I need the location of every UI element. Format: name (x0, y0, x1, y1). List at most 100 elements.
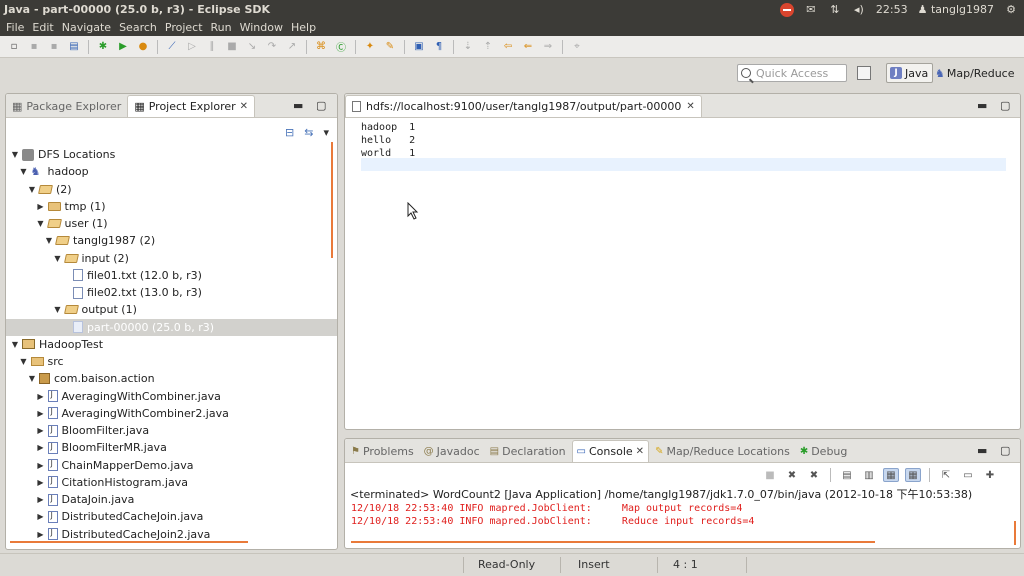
search-toolbar-icon[interactable]: ✎ (382, 40, 398, 54)
save-all-icon[interactable]: ▪ (46, 40, 62, 54)
print-icon[interactable]: ▤ (66, 40, 82, 54)
java-perspective-button[interactable]: J Java (886, 63, 934, 83)
tab-package-explorer[interactable]: ▦ Package Explorer (6, 95, 127, 117)
mail-icon[interactable]: ✉ (804, 3, 818, 16)
menu-project[interactable]: Project (161, 21, 207, 34)
view-menu-icon[interactable]: ▾ (323, 126, 329, 139)
collapse-toggle-icon[interactable]: ▶ (36, 512, 46, 521)
tree-item[interactable]: ▶ ChainMapperDemo.java (6, 457, 337, 474)
quick-access-field[interactable]: Quick Access (737, 64, 847, 82)
collapse-toggle-icon[interactable]: ▶ (36, 495, 46, 504)
expand-toggle-icon[interactable]: ▼ (19, 167, 29, 176)
next-annotation-icon[interactable]: ⇣ (460, 40, 476, 54)
tab-mapreduce-locations[interactable]: ✎ Map/Reduce Locations (651, 440, 794, 462)
run-icon[interactable]: ▶ (115, 40, 131, 54)
tab-javadoc[interactable]: @ Javadoc (420, 440, 484, 462)
tree-item[interactable]: part-00000 (25.0 b, r3) (6, 318, 337, 336)
collapse-all-icon[interactable]: ⊟ (285, 126, 294, 139)
step-return-icon[interactable]: ↗ (284, 40, 300, 54)
tree-item[interactable]: ▶ AveragingWithCombiner2.java (6, 405, 337, 422)
external-tools-icon[interactable]: ● (135, 40, 151, 54)
tab-editor-file[interactable]: hdfs://localhost:9100/user/tanglg1987/ou… (345, 95, 702, 117)
expand-toggle-icon[interactable]: ▼ (10, 150, 20, 159)
collapse-toggle-icon[interactable]: ▶ (36, 478, 46, 487)
maximize-icon[interactable]: ▢ (316, 99, 326, 112)
close-icon[interactable]: ✕ (686, 101, 694, 112)
suspend-icon[interactable]: ∥ (204, 40, 220, 54)
maximize-icon[interactable]: ▢ (1000, 444, 1010, 457)
vertical-scrollbar[interactable] (331, 142, 333, 258)
pin-editor-icon[interactable]: ⌖ (569, 40, 585, 54)
minimize-icon[interactable]: ▬ (977, 99, 987, 112)
tree-item[interactable]: ▼ ♞ hadoop (6, 163, 337, 180)
session-gear-icon[interactable]: ⚙ (1004, 3, 1018, 16)
remove-launch-icon[interactable]: ✖ (784, 468, 800, 482)
show-on-stdout-icon[interactable]: ▦ (883, 468, 899, 482)
tree-item[interactable]: ▼ user (1) (6, 215, 337, 232)
new-icon[interactable]: ▫ (6, 40, 22, 54)
tree-item[interactable]: ▼ (2) (6, 181, 337, 198)
save-icon[interactable]: ▪ (26, 40, 42, 54)
tree-item[interactable]: ▶ BloomFilter.java (6, 422, 337, 439)
volume-icon[interactable]: ◂) (852, 3, 866, 16)
resume-icon[interactable]: ▷ (184, 40, 200, 54)
tree-item[interactable]: file01.txt (12.0 b, r3) (6, 267, 337, 284)
code-line[interactable]: hello 2 (361, 134, 1006, 147)
pin-console-icon[interactable]: ⇱ (938, 468, 954, 482)
tree-item[interactable]: ▼ DFS Locations (6, 146, 337, 163)
expand-toggle-icon[interactable]: ▼ (44, 236, 54, 245)
tree-item[interactable]: ▶ BloomFilterMR.java (6, 439, 337, 456)
tree-item[interactable]: ▼ output (1) (6, 301, 337, 318)
stop-indicator-icon[interactable] (779, 2, 794, 17)
open-console-icon[interactable]: ✚ (982, 468, 998, 482)
maximize-icon[interactable]: ▢ (1000, 99, 1010, 112)
back-icon[interactable]: ⇐ (520, 40, 536, 54)
tree-item[interactable]: ▼ tanglg1987 (2) (6, 232, 337, 249)
link-with-editor-icon[interactable]: ⇆ (304, 126, 313, 139)
clock[interactable]: 22:53 (876, 3, 908, 16)
menu-run[interactable]: Run (207, 21, 236, 34)
step-into-icon[interactable]: ↘ (244, 40, 260, 54)
open-perspective-icon[interactable] (857, 66, 871, 80)
mapreduce-perspective-button[interactable]: ♞ Map/Reduce (935, 63, 1014, 83)
collapse-toggle-icon[interactable]: ▶ (36, 409, 46, 418)
tab-console[interactable]: ▭ Console ✕ (571, 440, 650, 462)
collapse-toggle-icon[interactable]: ▶ (36, 426, 46, 435)
previous-annotation-icon[interactable]: ⇡ (480, 40, 496, 54)
show-whitespace-icon[interactable]: ¶ (431, 40, 447, 54)
terminate-icon[interactable]: ■ (762, 468, 778, 482)
horizontal-scrollbar[interactable] (351, 541, 875, 543)
tree-item[interactable]: ▼ HadoopTest (6, 336, 337, 353)
menu-navigate[interactable]: Navigate (58, 21, 115, 34)
last-edit-icon[interactable]: ⇦ (500, 40, 516, 54)
user-menu[interactable]: ♟ tanglg1987 (918, 3, 994, 16)
tree-item[interactable]: ▼ com.baison.action (6, 370, 337, 387)
tree-item[interactable]: ▶ DistributedCacheJoin.java (6, 508, 337, 525)
collapse-toggle-icon[interactable]: ▶ (36, 530, 46, 539)
expand-toggle-icon[interactable]: ▼ (36, 219, 46, 228)
tree-item[interactable]: ▶ tmp (1) (6, 198, 337, 215)
collapse-toggle-icon[interactable]: ▶ (36, 202, 46, 211)
show-on-stderr-icon[interactable]: ▦ (905, 468, 921, 482)
scroll-lock-icon[interactable]: ▥ (861, 468, 877, 482)
menu-window[interactable]: Window (236, 21, 287, 34)
expand-toggle-icon[interactable]: ▼ (53, 254, 63, 263)
expand-toggle-icon[interactable]: ▼ (27, 185, 37, 194)
display-console-icon[interactable]: ▭ (960, 468, 976, 482)
forward-icon[interactable]: ⇒ (540, 40, 556, 54)
expand-toggle-icon[interactable]: ▼ (27, 374, 37, 383)
expand-toggle-icon[interactable]: ▼ (53, 305, 63, 314)
toggle-mark-icon[interactable]: ▣ (411, 40, 427, 54)
horizontal-scrollbar[interactable] (10, 541, 248, 543)
close-icon[interactable]: ✕ (636, 446, 644, 457)
menu-edit[interactable]: Edit (28, 21, 57, 34)
tree-item[interactable]: ▶ DataJoin.java (6, 491, 337, 508)
expand-toggle-icon[interactable]: ▼ (10, 340, 20, 349)
network-icon[interactable]: ⇅ (828, 3, 842, 16)
tree-item[interactable]: file02.txt (13.0 b, r3) (6, 284, 337, 301)
debug-icon[interactable]: ✱ (95, 40, 111, 54)
tab-debug[interactable]: ✱ Debug (796, 440, 852, 462)
open-type-icon[interactable]: ✦ (362, 40, 378, 54)
tab-problems[interactable]: ⚑ Problems (347, 440, 418, 462)
clear-console-icon[interactable]: ▤ (839, 468, 855, 482)
